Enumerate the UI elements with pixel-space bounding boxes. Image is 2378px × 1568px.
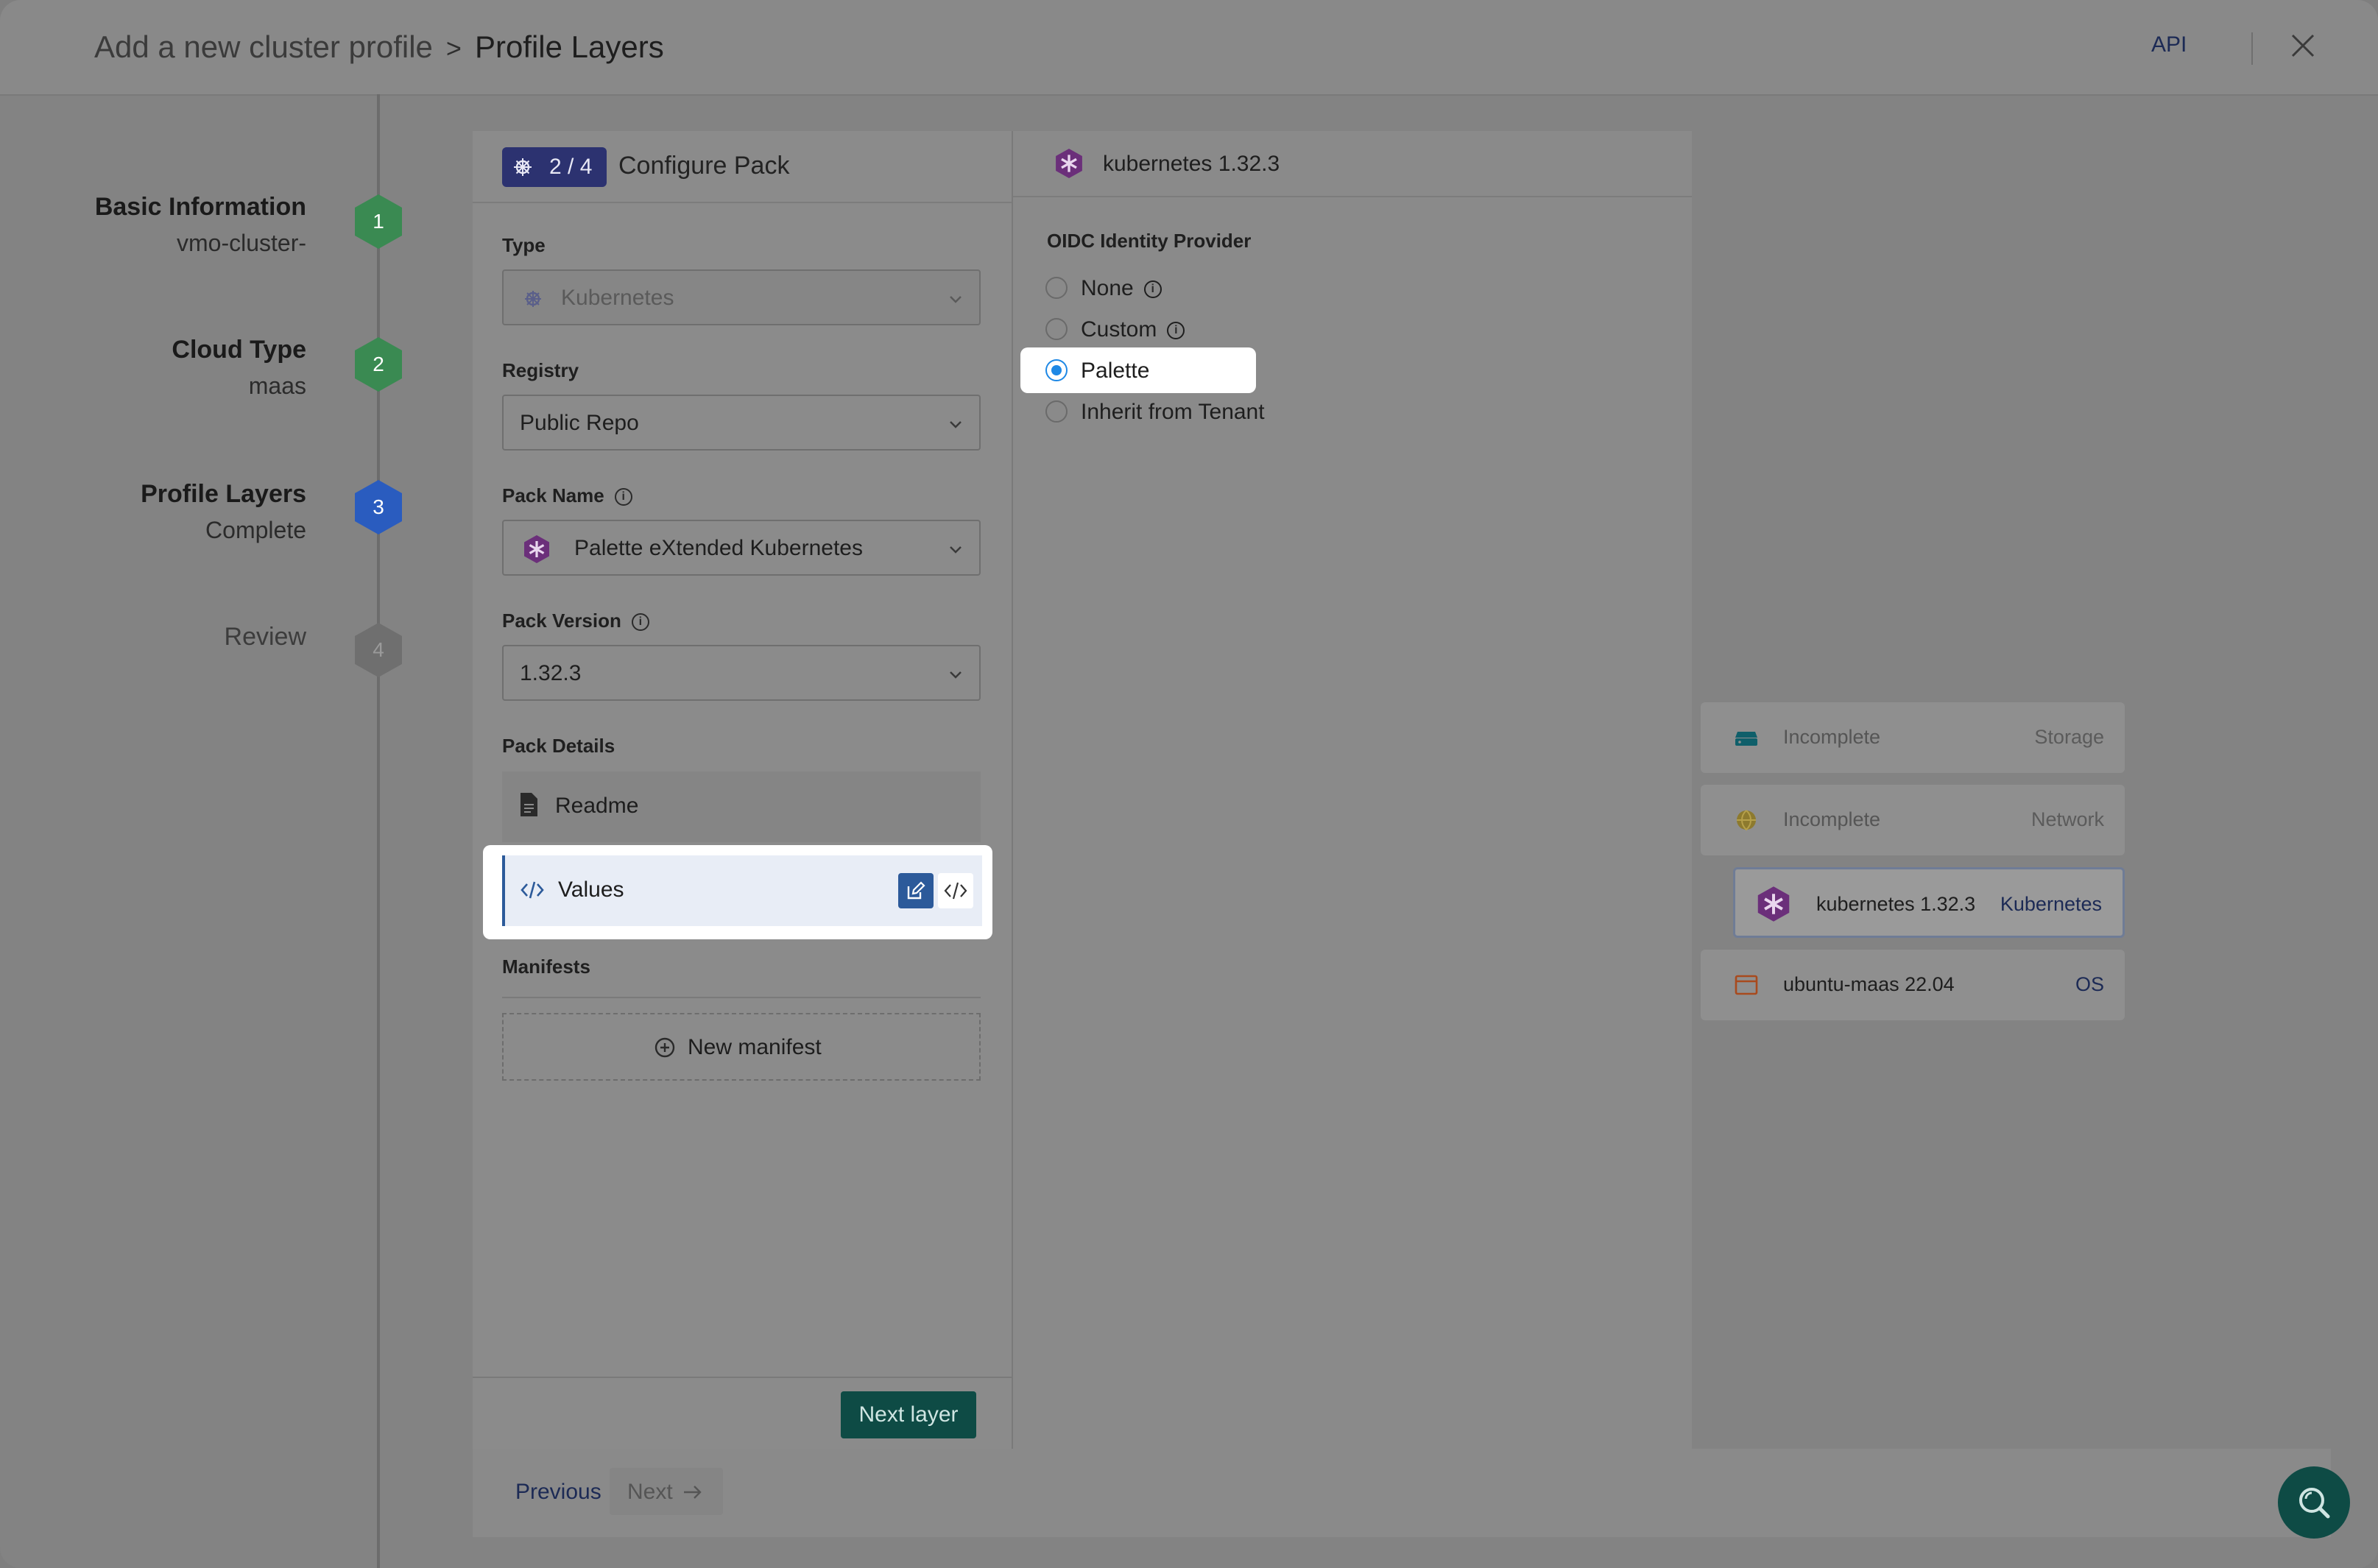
kubernetes-icon [525, 291, 541, 307]
pack-logo-icon [524, 535, 549, 563]
info-icon[interactable]: i [614, 488, 632, 506]
pack-name-select[interactable]: Palette eXtended Kubernetes [502, 520, 981, 576]
chevron-down-icon [950, 421, 962, 428]
layer-kubernetes[interactable]: kubernetes 1.32.3 Kubernetes [1733, 867, 2125, 938]
layer-os[interactable]: ubuntu-maas 22.04 OS [1701, 950, 2125, 1020]
edit-values-button[interactable] [898, 873, 934, 908]
layer-storage[interactable]: Incomplete Storage [1701, 702, 2125, 773]
modal-header: Add a new cluster profile > Profile Layers… [0, 0, 2378, 96]
configure-footer: Next layer [473, 1377, 1012, 1450]
api-button[interactable]: API [2151, 32, 2187, 57]
pack-details-label: Pack Details [502, 735, 615, 757]
header-divider [2251, 32, 2253, 65]
info-icon[interactable]: i [1167, 322, 1185, 340]
storage-icon [1735, 732, 1757, 746]
next-button[interactable]: Next [610, 1468, 723, 1515]
manifests-label: Manifests [502, 956, 590, 978]
step-basic-information[interactable]: Basic Information [95, 193, 306, 222]
view-code-button[interactable] [938, 873, 973, 908]
configure-pack-column: 2 / 4 Configure Pack Type Kubernetes Reg… [473, 131, 1013, 1449]
code-icon [521, 881, 544, 899]
pack-logo-icon [1056, 149, 1082, 178]
step-basic-information-subtitle: vmo-cluster- [176, 230, 306, 256]
plus-circle-icon [655, 1037, 675, 1058]
radio-button[interactable] [1045, 277, 1068, 300]
pack-values-header: kubernetes 1.32.3 [1013, 131, 1692, 197]
radio-inherit-from-tenant[interactable]: Inherit from Tenant [1045, 398, 1265, 427]
type-select[interactable]: Kubernetes [502, 269, 981, 325]
breadcrumb: Add a new cluster profile > Profile Layers [94, 27, 664, 69]
help-search-button[interactable] [2278, 1466, 2350, 1539]
step-1-badge: 1 [353, 193, 404, 250]
chevron-down-icon [950, 296, 962, 303]
helm-wheel-icon [514, 158, 532, 176]
edit-icon [907, 881, 925, 900]
new-manifest-button[interactable]: New manifest [502, 1013, 981, 1081]
info-icon[interactable]: i [1143, 280, 1162, 299]
pack-name-label: Pack Name i [502, 484, 632, 507]
registry-label: Registry [502, 359, 579, 381]
step-profile-layers-subtitle: Complete [205, 517, 306, 543]
radio-palette[interactable]: Palette [1045, 356, 1149, 386]
radio-button[interactable] [1045, 318, 1068, 341]
pack-version-select[interactable]: 1.32.3 [502, 645, 981, 701]
breadcrumb-separator: > [445, 33, 462, 63]
code-icon [944, 882, 967, 900]
radio-none[interactable]: None i [1045, 274, 1162, 303]
globe-icon [1737, 810, 1756, 831]
radio-custom[interactable]: Custom i [1045, 315, 1185, 345]
step-2-badge: 2 [353, 336, 404, 393]
step-profile-layers[interactable]: Profile Layers [141, 480, 306, 509]
step-cloud-type[interactable]: Cloud Type [172, 336, 306, 364]
step-4-badge: 4 [353, 621, 404, 679]
stepper-rail [377, 94, 380, 1568]
layer-counter: 2 / 4 [549, 155, 593, 179]
radio-button-selected[interactable] [1045, 359, 1068, 382]
wizard-footer: Previous Next [473, 1449, 2331, 1537]
layer-counter-badge: 2 / 4 [502, 147, 607, 187]
breadcrumb-current: Profile Layers [474, 29, 664, 64]
pack-values-title: kubernetes 1.32.3 [1103, 152, 1280, 176]
configure-pack-title: Configure Pack [618, 152, 790, 180]
step-3-badge: 3 [353, 478, 404, 536]
next-layer-button[interactable]: Next layer [841, 1391, 976, 1438]
breadcrumb-root[interactable]: Add a new cluster profile [94, 29, 433, 64]
chevron-down-icon [950, 546, 962, 554]
info-icon[interactable]: i [631, 613, 649, 632]
layer-network[interactable]: Incomplete Network [1701, 785, 2125, 855]
values-tab[interactable]: Values [502, 855, 982, 926]
step-cloud-type-subtitle: maas [248, 372, 306, 399]
document-icon [521, 793, 537, 816]
step-review[interactable]: Review [225, 623, 306, 651]
search-icon [2299, 1488, 2330, 1519]
previous-button[interactable]: Previous [515, 1480, 601, 1505]
manifests-divider [502, 997, 981, 998]
registry-select[interactable]: Public Repo [502, 395, 981, 451]
pack-version-label: Pack Version i [502, 610, 649, 632]
readme-tab[interactable]: Readme [502, 771, 981, 842]
type-label: Type [502, 234, 546, 256]
modal-window: Add a new cluster profile > Profile Layers… [0, 0, 2378, 1568]
close-icon[interactable] [2287, 29, 2319, 62]
oidc-label: OIDC Identity Provider [1047, 230, 1252, 252]
configure-pack-header: 2 / 4 Configure Pack [473, 131, 1012, 203]
arrow-right-icon [684, 1486, 702, 1499]
chevron-down-icon [950, 671, 962, 679]
radio-button[interactable] [1045, 400, 1068, 423]
os-window-icon [1735, 975, 1758, 995]
pack-logo-icon [1757, 886, 1790, 922]
